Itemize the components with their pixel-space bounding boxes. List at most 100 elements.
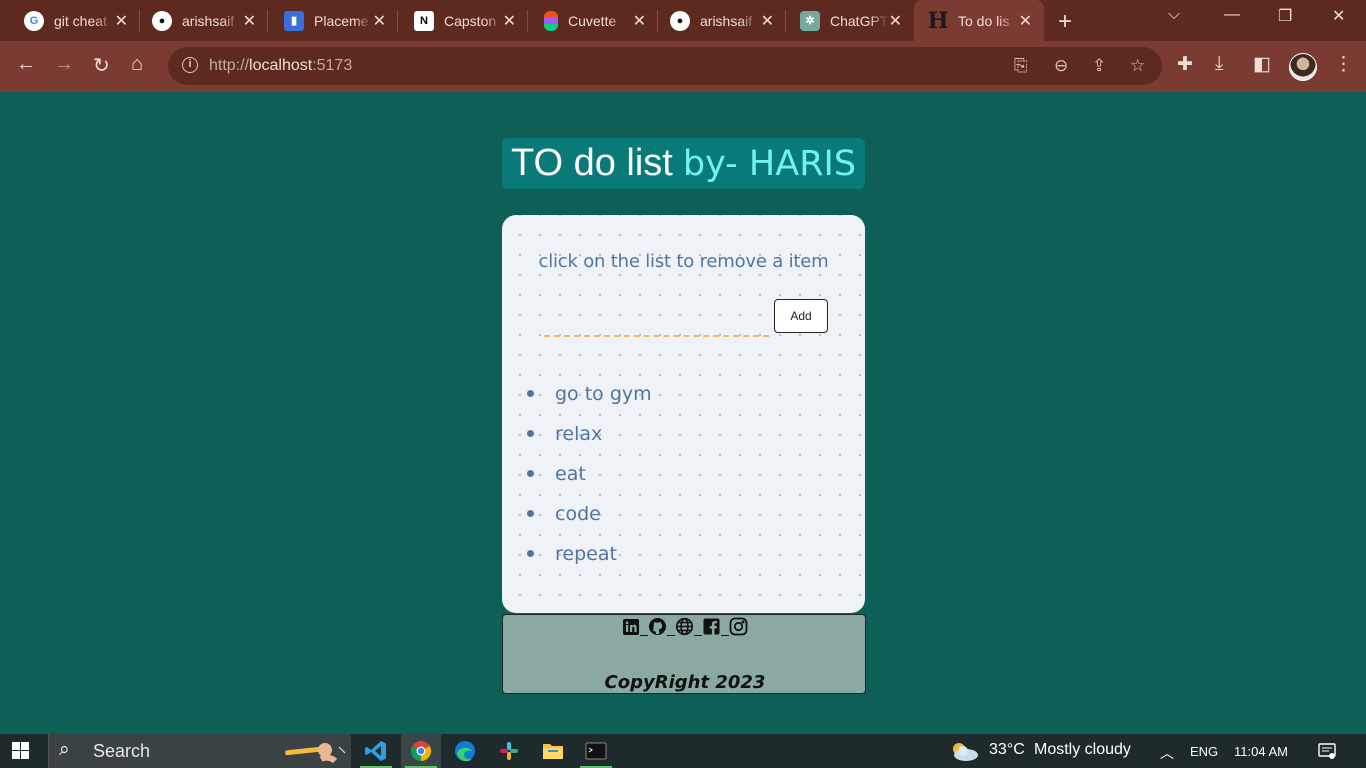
weather-cloud-icon [953, 743, 978, 761]
address-bar[interactable]: i http://localhost:5173 ⎘ ⊖ ⇪ ☆ [168, 47, 1162, 85]
taskbar-search[interactable]: ⌕ Search [48, 734, 351, 768]
title-main: TO do list [510, 142, 673, 184]
taskbar-chrome[interactable] [401, 734, 441, 768]
todo-item[interactable]: relax [524, 415, 652, 455]
todo-item[interactable]: go to gym [524, 375, 652, 415]
restore-button[interactable]: ❐ [1278, 6, 1292, 26]
search-highlight-pencil-icon [285, 743, 346, 764]
google-icon: G [24, 10, 44, 31]
address-url[interactable]: http://localhost:5173 [209, 57, 352, 75]
todo-input[interactable] [544, 309, 769, 337]
extensions-icon[interactable]: ✚ [1177, 53, 1193, 76]
close-icon[interactable]: ✕ [243, 11, 256, 31]
title-author: by- HARIS [682, 143, 857, 184]
todo-card: click on the list to remove a item Add g… [502, 215, 865, 613]
slack-icon [500, 742, 518, 760]
close-window-button[interactable]: ✕ [1332, 6, 1345, 26]
page-footer: CopyRight 2023 [502, 614, 866, 694]
remove-hint: click on the list to remove a item [538, 251, 829, 272]
close-icon[interactable]: ✕ [373, 11, 386, 31]
instagram-icon[interactable] [729, 617, 748, 636]
tab-cuvette[interactable]: Cuvette ✕ [528, 0, 658, 41]
download-icon[interactable]: ⤓ [1215, 53, 1223, 75]
tab-git-cheat[interactable]: G git cheat ✕ [0, 0, 140, 41]
tab-todo-active[interactable]: H To do lis ✕ [914, 0, 1044, 41]
underscore-separator [721, 617, 729, 636]
weather-text[interactable]: Mostly cloudy [1034, 741, 1131, 759]
taskbar-file-explorer[interactable] [533, 734, 573, 768]
close-icon[interactable]: ✕ [761, 11, 774, 31]
new-tab-button[interactable]: + [1058, 8, 1072, 36]
tab-title: ChatGPT [830, 12, 888, 29]
close-icon[interactable]: ✕ [633, 11, 646, 31]
notifications-icon[interactable] [1318, 743, 1336, 760]
tab-placement[interactable]: ▮ Placeme ✕ [268, 0, 398, 41]
share-icon[interactable]: ⇪ [1092, 56, 1106, 76]
vscode-icon [365, 741, 386, 761]
todo-item[interactable]: eat [524, 455, 652, 495]
figma-icon [544, 10, 558, 31]
taskbar-slack[interactable] [489, 734, 529, 768]
tab-title: Capston [444, 12, 497, 29]
show-hidden-icons-chevron-icon[interactable]: ︿ [1160, 743, 1174, 763]
weather-temp[interactable]: 33°C [989, 741, 1025, 759]
underscore-separator [640, 617, 648, 636]
tab-search-chevron-icon[interactable]: ⌵ [1168, 6, 1180, 24]
underscore-separator [667, 617, 675, 636]
github-icon: ● [670, 10, 690, 31]
reload-icon[interactable]: ↻ [93, 53, 110, 78]
language-indicator[interactable]: ENG [1190, 744, 1218, 759]
home-icon[interactable]: ⌂ [131, 53, 143, 76]
chrome-icon [410, 741, 432, 762]
chatgpt-icon: ✲ [800, 10, 820, 31]
url-port: :5173 [312, 57, 353, 74]
tab-capstone[interactable]: N Capston ✕ [398, 0, 528, 41]
taskbar-terminal[interactable] [576, 734, 616, 768]
todo-item[interactable]: code [524, 495, 652, 535]
tab-arishsaif[interactable]: ● arishsaif ✕ [140, 0, 268, 41]
github-icon[interactable] [648, 617, 667, 636]
side-panel-icon[interactable]: ◧ [1253, 53, 1271, 76]
close-icon[interactable]: ✕ [503, 11, 516, 31]
tab-title: Placeme [314, 12, 369, 29]
menu-kebab-icon[interactable]: ⋮ [1334, 53, 1353, 76]
add-button[interactable]: Add [774, 299, 828, 333]
profile-avatar[interactable] [1289, 53, 1317, 81]
browser-toolbar: ← → ↻ ⌂ i http://localhost:5173 ⎘ ⊖ ⇪ ☆ … [0, 41, 1366, 92]
bookmark-star-icon[interactable]: ☆ [1130, 56, 1145, 76]
tab-title: arishsaif [700, 12, 753, 29]
tab-chatgpt[interactable]: ✲ ChatGPT ✕ [786, 0, 914, 41]
tab-title: Cuvette [568, 12, 617, 29]
url-protocol: http:// [209, 57, 250, 74]
close-icon[interactable]: ✕ [115, 11, 128, 31]
tab-title: To do lis [958, 12, 1010, 29]
translate-icon[interactable]: ⎘ [1014, 56, 1028, 76]
edge-icon [455, 741, 475, 762]
search-label: Search [93, 741, 151, 761]
forward-arrow-icon[interactable]: → [54, 53, 74, 76]
close-icon[interactable]: ✕ [889, 11, 902, 31]
h-icon: H [927, 7, 949, 34]
page-title: TO do list by- HARIS [502, 138, 865, 189]
site-info-icon[interactable]: i [182, 57, 198, 73]
placement-icon: ▮ [284, 10, 304, 31]
clock[interactable]: 11:04 AM [1234, 744, 1288, 759]
copyright-text: CopyRight 2023 [604, 672, 766, 693]
underscore-separator [694, 617, 702, 636]
todo-list: go to gym relax eat code repeat [524, 375, 652, 575]
url-host: localhost [249, 57, 313, 74]
minimize-button[interactable]: — [1224, 6, 1240, 24]
folder-icon [543, 744, 563, 759]
windows-start-icon[interactable] [12, 742, 29, 759]
tab-arishsaif-2[interactable]: ● arishsaif ✕ [658, 0, 786, 41]
zoom-out-icon[interactable]: ⊖ [1054, 56, 1068, 76]
globe-icon[interactable] [675, 617, 694, 636]
todo-item[interactable]: repeat [524, 535, 652, 575]
taskbar-vscode[interactable] [356, 734, 396, 768]
terminal-icon [585, 742, 607, 760]
taskbar-edge[interactable] [445, 734, 485, 768]
linkedin-icon[interactable] [621, 617, 640, 636]
facebook-icon[interactable] [702, 617, 721, 636]
back-arrow-icon[interactable]: ← [16, 53, 36, 76]
close-icon[interactable]: ✕ [1019, 11, 1032, 31]
